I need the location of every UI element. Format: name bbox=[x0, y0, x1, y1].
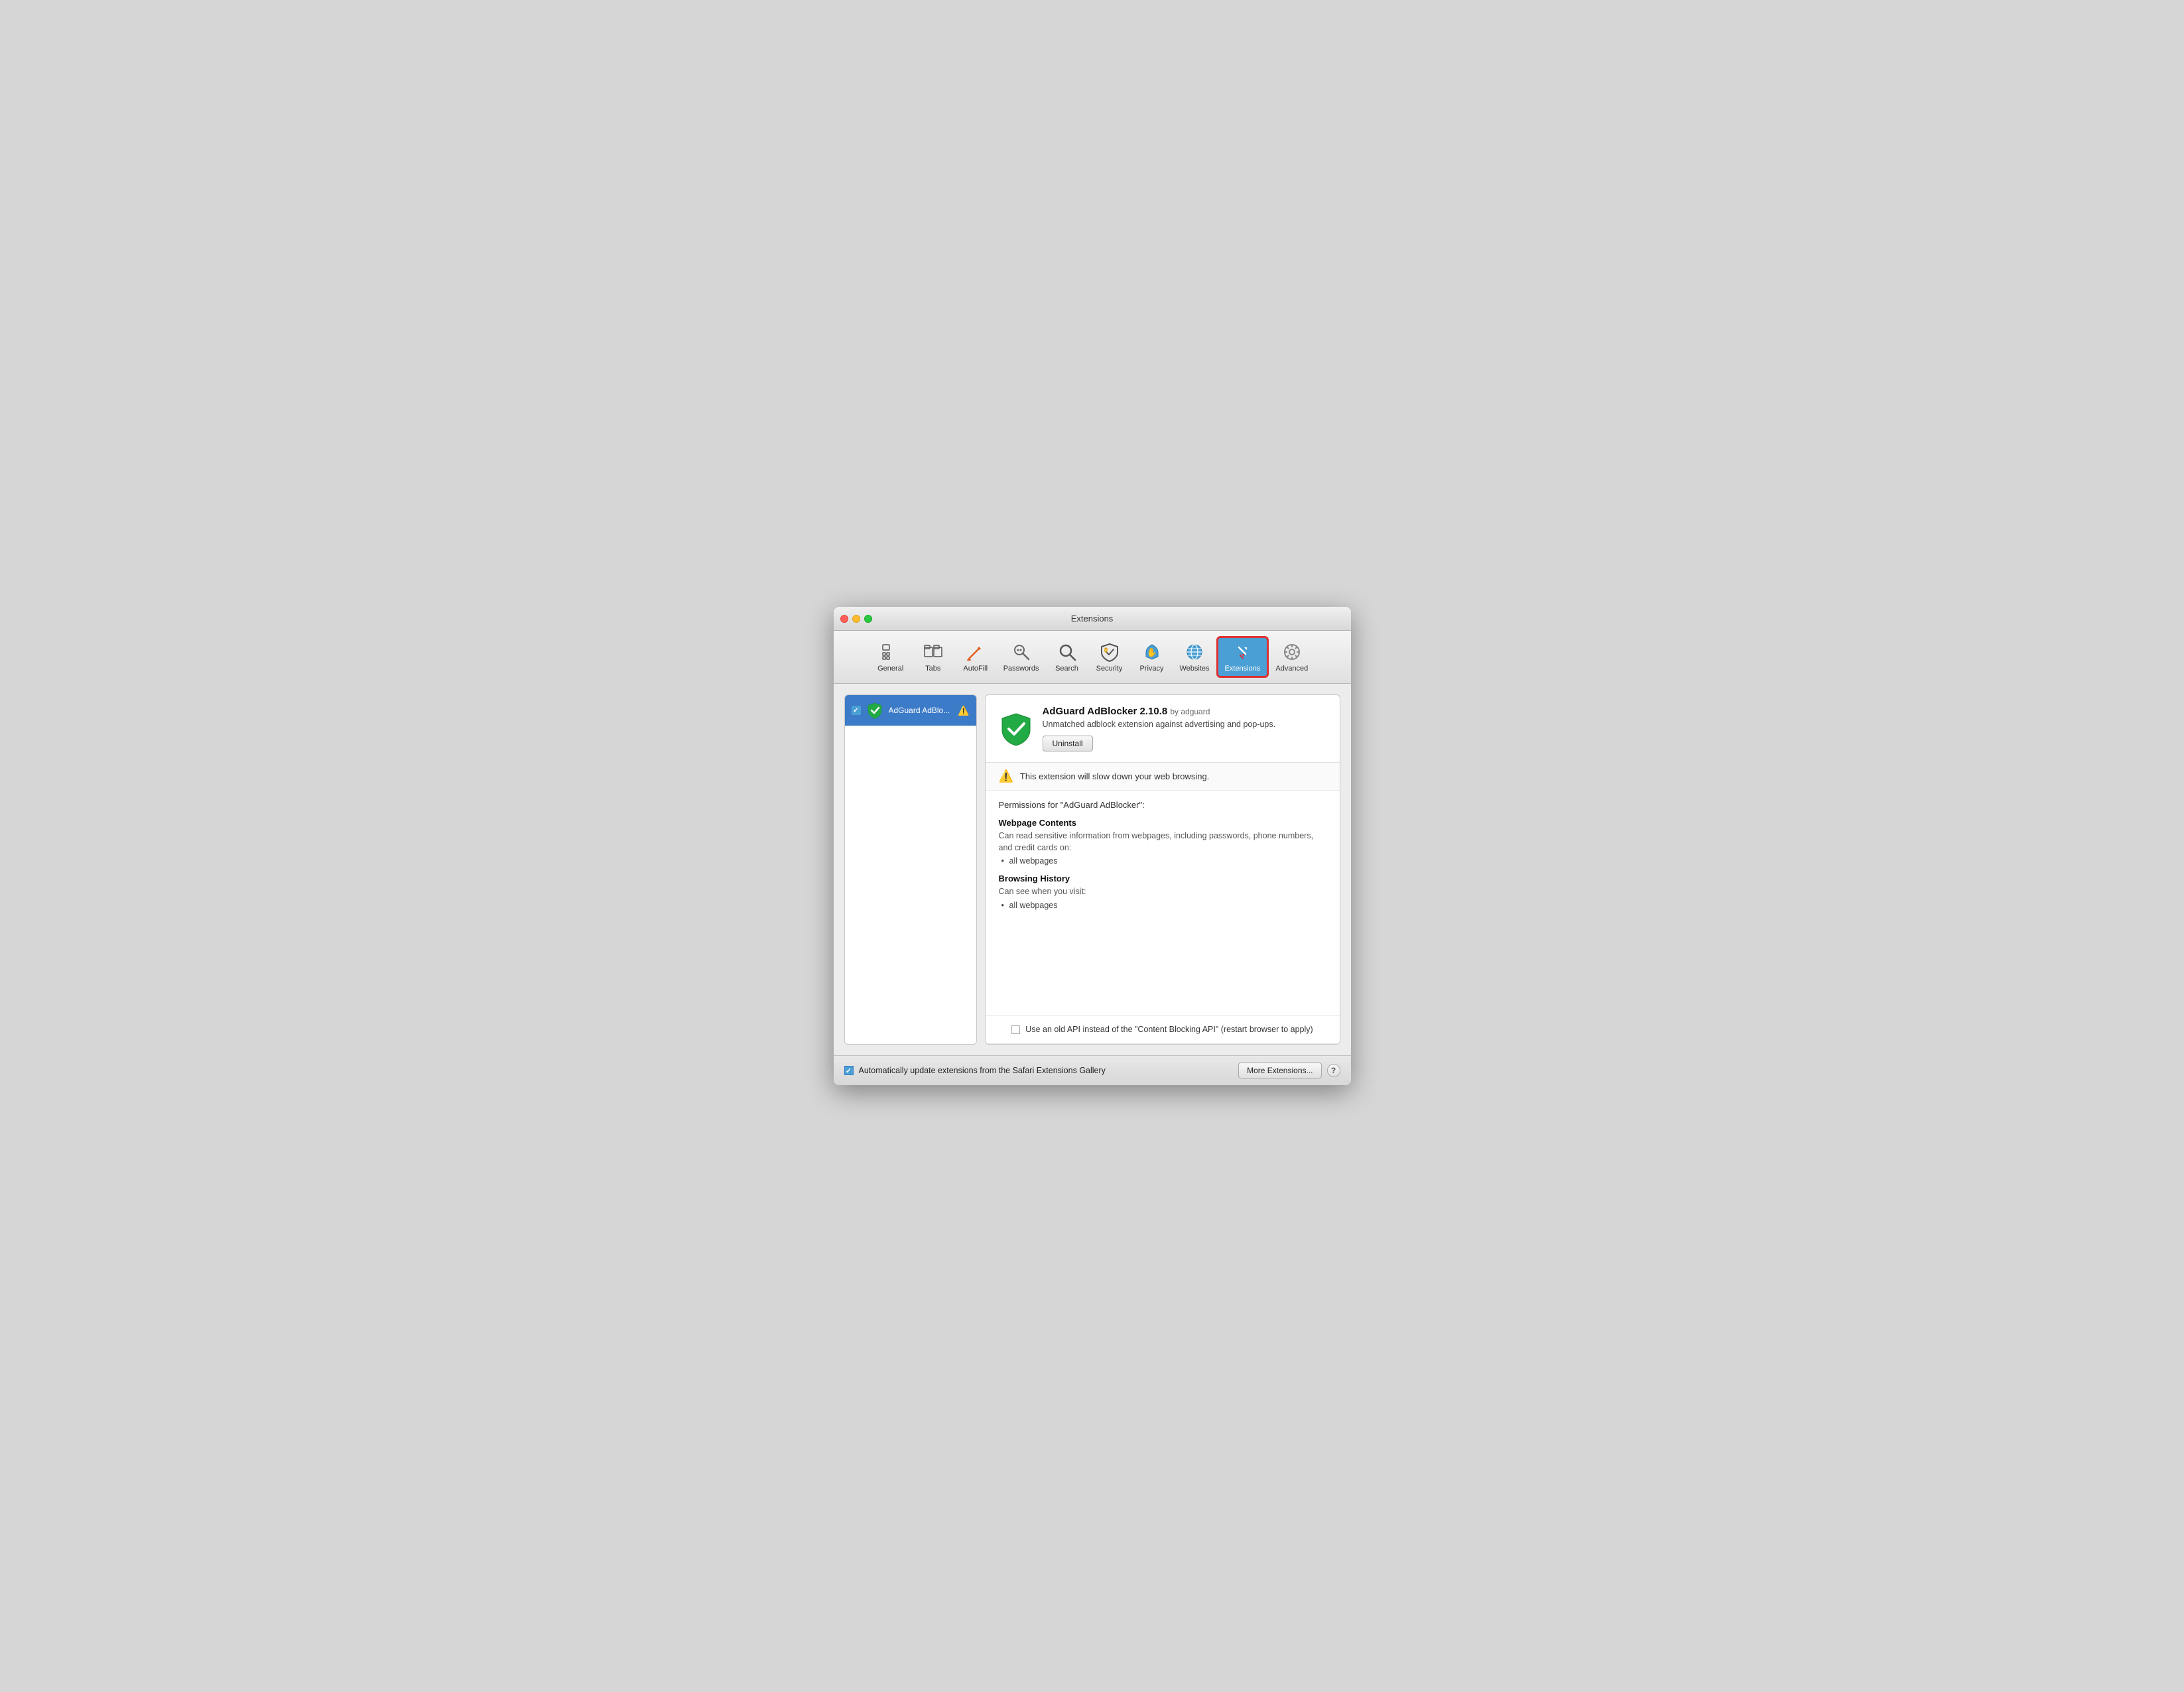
toolbar-item-security[interactable]: Security bbox=[1088, 638, 1131, 676]
adguard-extension-icon bbox=[866, 702, 883, 719]
toolbar-item-advanced[interactable]: Advanced bbox=[1269, 638, 1315, 676]
general-label: General bbox=[877, 665, 903, 673]
webpage-contents-desc: Can read sensitive information from webp… bbox=[999, 830, 1326, 854]
warning-message: This extension will slow down your web b… bbox=[1020, 771, 1209, 781]
webpage-contents-item: all webpages bbox=[999, 856, 1326, 866]
general-icon bbox=[880, 641, 901, 663]
browsing-history-desc: Can see when you visit: bbox=[999, 886, 1326, 898]
auto-update-checkmark: ✓ bbox=[846, 1067, 852, 1075]
advanced-label: Advanced bbox=[1275, 665, 1308, 673]
old-api-section: Use an old API instead of the "Content B… bbox=[986, 1016, 1340, 1045]
security-label: Security bbox=[1096, 665, 1123, 673]
window-title: Extensions bbox=[1071, 614, 1114, 623]
permission-group-webpage: Webpage Contents Can read sensitive info… bbox=[999, 818, 1326, 866]
browsing-history-heading: Browsing History bbox=[999, 874, 1326, 883]
maximize-button[interactable] bbox=[864, 615, 872, 623]
websites-icon bbox=[1184, 641, 1205, 663]
toolbar-item-autofill[interactable]: AutoFill bbox=[954, 638, 997, 676]
extension-large-icon bbox=[999, 712, 1033, 746]
autofill-label: AutoFill bbox=[963, 665, 988, 673]
privacy-icon: ✋ bbox=[1141, 641, 1163, 663]
extension-detail-panel: AdGuard AdBlocker 2.10.8 by adguard Unma… bbox=[985, 694, 1340, 1045]
security-icon bbox=[1099, 641, 1120, 663]
warning-bar: ⚠️ This extension will slow down your we… bbox=[986, 763, 1340, 791]
more-extensions-button[interactable]: More Extensions... bbox=[1238, 1063, 1321, 1078]
auto-update-checkbox[interactable]: ✓ bbox=[844, 1066, 854, 1075]
preferences-window: Extensions General bbox=[834, 607, 1351, 1085]
tabs-label: Tabs bbox=[925, 665, 940, 673]
svg-text:✋: ✋ bbox=[1146, 647, 1157, 657]
warning-triangle-icon: ⚠️ bbox=[999, 769, 1013, 783]
titlebar: Extensions bbox=[834, 607, 1351, 631]
search-icon bbox=[1057, 641, 1078, 663]
sidebar-item-adguard[interactable]: ✓ AdGuard AdBlo... ⚠️ bbox=[845, 695, 976, 726]
autofill-icon bbox=[965, 641, 986, 663]
permissions-heading: Permissions for "AdGuard AdBlocker": bbox=[999, 800, 1326, 810]
tabs-icon bbox=[923, 641, 944, 663]
browsing-history-item: all webpages bbox=[999, 901, 1326, 910]
detail-header: AdGuard AdBlocker 2.10.8 by adguard Unma… bbox=[986, 695, 1340, 763]
checkmark-icon: ✓ bbox=[853, 707, 858, 714]
detail-title-area: AdGuard AdBlocker 2.10.8 by adguard Unma… bbox=[1043, 706, 1326, 751]
toolbar-item-extensions[interactable]: Extensions bbox=[1216, 636, 1269, 678]
extension-full-name: AdGuard AdBlocker 2.10.8 by adguard bbox=[1043, 706, 1326, 717]
toolbar-item-websites[interactable]: Websites bbox=[1173, 638, 1216, 676]
toolbar-item-tabs[interactable]: Tabs bbox=[912, 638, 954, 676]
main-content: ✓ AdGuard AdBlo... ⚠️ bbox=[834, 684, 1351, 1055]
permission-group-history: Browsing History Can see when you visit:… bbox=[999, 874, 1326, 910]
extensions-icon bbox=[1232, 641, 1253, 663]
close-button[interactable] bbox=[840, 615, 848, 623]
help-button[interactable]: ? bbox=[1327, 1064, 1340, 1077]
traffic-lights bbox=[840, 615, 872, 623]
webpage-contents-heading: Webpage Contents bbox=[999, 818, 1326, 828]
extension-enable-checkbox[interactable]: ✓ bbox=[852, 706, 861, 715]
extensions-label: Extensions bbox=[1225, 665, 1261, 673]
extension-author: by adguard bbox=[1170, 707, 1210, 716]
extensions-sidebar: ✓ AdGuard AdBlo... ⚠️ bbox=[844, 694, 977, 1045]
extension-name-text: AdGuard AdBlocker 2.10.8 bbox=[1043, 706, 1171, 717]
passwords-icon bbox=[1011, 641, 1032, 663]
uninstall-button[interactable]: Uninstall bbox=[1043, 736, 1093, 751]
old-api-label: Use an old API instead of the "Content B… bbox=[1025, 1024, 1313, 1036]
toolbar: General Tabs Au bbox=[834, 631, 1351, 684]
toolbar-item-privacy[interactable]: ✋ Privacy bbox=[1131, 638, 1173, 676]
toolbar-item-passwords[interactable]: Passwords bbox=[997, 638, 1046, 676]
minimize-button[interactable] bbox=[852, 615, 860, 623]
extension-name: AdGuard AdBlo... bbox=[889, 706, 953, 715]
old-api-checkbox[interactable] bbox=[1011, 1025, 1020, 1034]
auto-update-label: Automatically update extensions from the… bbox=[859, 1066, 1234, 1075]
bottom-bar: ✓ Automatically update extensions from t… bbox=[834, 1055, 1351, 1085]
sidebar-warning-icon: ⚠️ bbox=[958, 705, 969, 716]
websites-label: Websites bbox=[1180, 665, 1210, 673]
advanced-icon bbox=[1281, 641, 1303, 663]
extension-description: Unmatched adblock extension against adve… bbox=[1043, 720, 1326, 729]
privacy-label: Privacy bbox=[1139, 665, 1163, 673]
toolbar-item-search[interactable]: Search bbox=[1046, 638, 1088, 676]
permissions-section: Permissions for "AdGuard AdBlocker": Web… bbox=[986, 791, 1340, 1016]
toolbar-item-general[interactable]: General bbox=[869, 638, 912, 676]
passwords-label: Passwords bbox=[1003, 665, 1039, 673]
search-label: Search bbox=[1055, 665, 1078, 673]
